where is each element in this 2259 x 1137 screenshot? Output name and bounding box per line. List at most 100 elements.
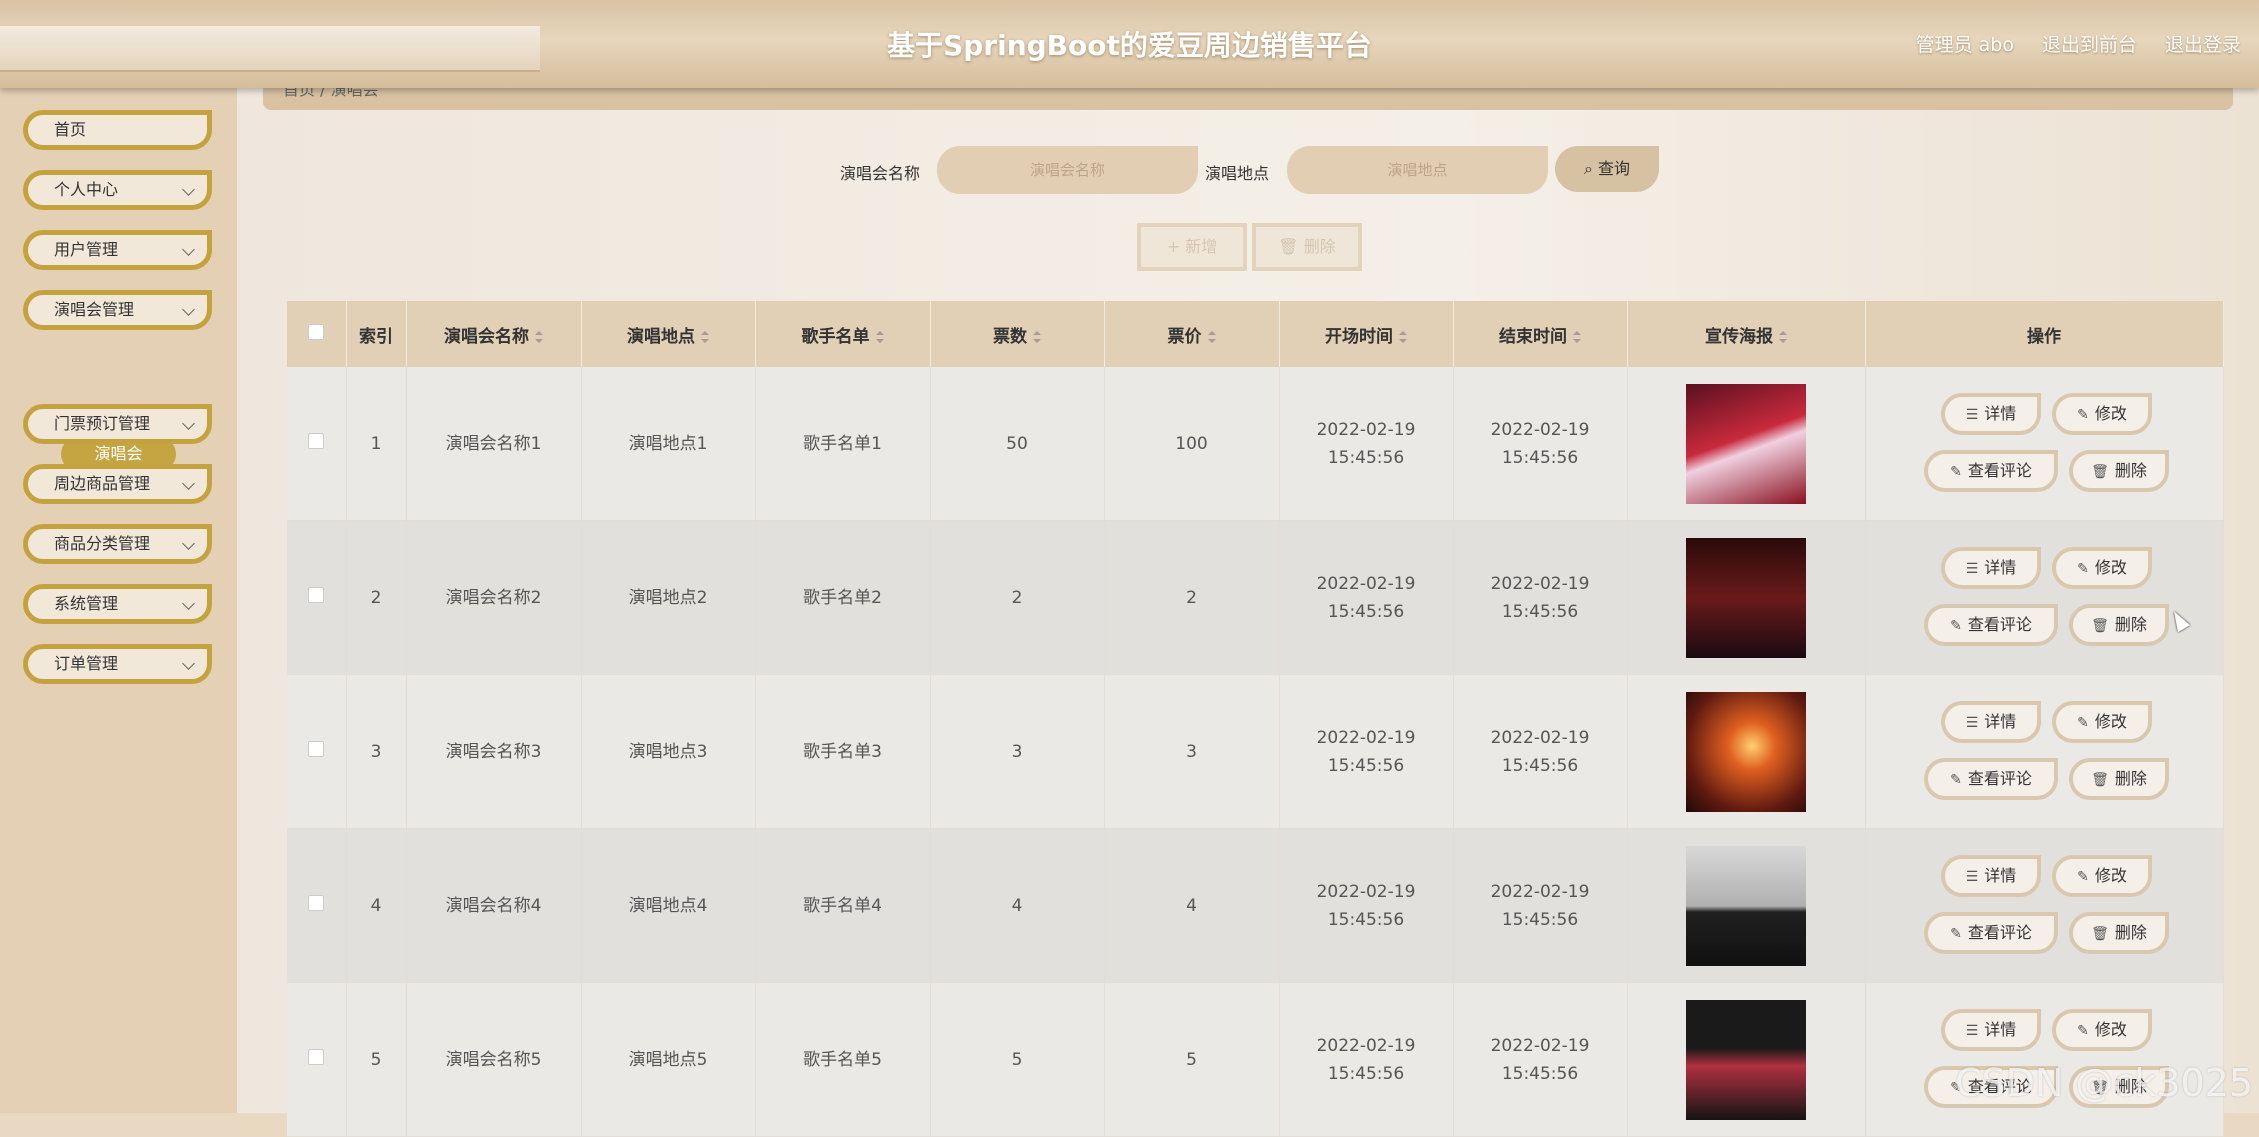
sort-icon[interactable] <box>1779 330 1787 343</box>
row-select-cell[interactable] <box>287 982 347 1137</box>
col-singers[interactable]: 歌手名单 <box>755 301 931 367</box>
cell-tickets: 4 <box>930 828 1105 983</box>
sort-icon[interactable] <box>1033 330 1041 343</box>
col-start[interactable]: 开场时间 <box>1279 301 1454 367</box>
edit-button[interactable]: ✎ 修改 <box>2052 392 2152 435</box>
detail-button[interactable]: ☰ 详情 <box>1941 392 2041 435</box>
table-row: 5 演唱会名称5 演唱地点5 歌手名单5 5 5 2022-02-19 15:45:56 20… <box>287 982 2224 1137</box>
document-icon: ☰ <box>1965 560 1979 577</box>
poster-image[interactable] <box>1686 845 1806 966</box>
sidebar-item-order-mgmt[interactable]: 订单管理 <box>23 644 212 684</box>
concert-place-input[interactable] <box>1287 146 1548 194</box>
detail-button[interactable]: ☰ 详情 <box>1941 546 2041 589</box>
row-checkbox[interactable] <box>308 1048 325 1065</box>
cell-place: 演唱地点1 <box>581 367 756 521</box>
chevron-down-icon <box>182 243 195 256</box>
cell-ops: ☰ 详情 ✎ 修改 ✎ 查看评论 🗑 删除 <box>1865 828 2224 983</box>
col-name[interactable]: 演唱会名称 <box>406 301 582 367</box>
sort-icon[interactable] <box>875 330 884 343</box>
edit-button[interactable]: ✎ 修改 <box>2052 1008 2152 1051</box>
cell-start: 2022-02-19 15:45:56 <box>1279 828 1454 983</box>
row-checkbox[interactable] <box>308 586 325 603</box>
row-select-cell[interactable] <box>287 520 347 675</box>
edit-button[interactable]: ✎ 修改 <box>2052 546 2152 589</box>
poster-image[interactable] <box>1686 537 1806 658</box>
cell-index: 5 <box>346 982 407 1137</box>
select-all-cell[interactable] <box>287 301 347 367</box>
detail-button[interactable]: ☰ 详情 <box>1941 700 2041 743</box>
cell-ops: ☰ 详情 ✎ 修改 ✎ 查看评论 🗑 删除 <box>1865 520 2224 675</box>
table-row: 4 演唱会名称4 演唱地点4 歌手名单4 4 4 2022-02-19 15:45:56 20… <box>287 828 2224 983</box>
table-row: 2 演唱会名称2 演唱地点2 歌手名单2 2 2 2022-02-19 15:45:56 20… <box>287 520 2224 675</box>
row-delete-button[interactable]: 🗑 删除 <box>2069 911 2169 954</box>
col-tickets[interactable]: 票数 <box>930 301 1105 367</box>
cell-index: 1 <box>346 367 407 521</box>
detail-button[interactable]: ☰ 详情 <box>1941 854 2041 897</box>
detail-button[interactable]: ☰ 详情 <box>1941 1008 2041 1051</box>
poster-image[interactable] <box>1686 999 1806 1120</box>
cell-ops: ☰ 详情 ✎ 修改 ✎ 查看评论 🗑 删除 <box>1865 674 2224 829</box>
sidebar-item-home[interactable]: 首页 <box>23 110 212 150</box>
sort-icon[interactable] <box>701 330 709 343</box>
sort-icon[interactable] <box>1399 330 1407 343</box>
view-comments-button[interactable]: ✎ 查看评论 <box>1924 911 2058 954</box>
col-poster[interactable]: 宣传海报 <box>1627 301 1866 367</box>
cell-end: 2022-02-19 15:45:56 <box>1453 520 1628 675</box>
sidebar-item-personal-center[interactable]: 个人中心 <box>23 170 212 210</box>
poster-image[interactable] <box>1686 691 1806 812</box>
sort-icon[interactable] <box>1573 330 1581 343</box>
pencil-icon: ✎ <box>2077 1022 2089 1039</box>
sidebar-item-concert-mgmt[interactable]: 演唱会管理 <box>23 290 212 330</box>
sidebar-item-category-mgmt[interactable]: 商品分类管理 <box>23 524 212 564</box>
sort-icon[interactable] <box>535 330 543 343</box>
view-comments-button[interactable]: ✎ 查看评论 <box>1924 603 2058 646</box>
sidebar-item-ticket-booking[interactable]: 门票预订管理 <box>23 404 212 444</box>
row-checkbox[interactable] <box>308 894 325 911</box>
row-checkbox[interactable] <box>308 432 325 449</box>
cell-price: 100 <box>1104 367 1280 521</box>
row-delete-button[interactable]: 🗑 删除 <box>2069 757 2169 800</box>
edit-button[interactable]: ✎ 修改 <box>2052 700 2152 743</box>
view-comments-button[interactable]: ✎ 查看评论 <box>1924 757 2058 800</box>
cell-tickets: 50 <box>930 367 1105 521</box>
delete-label: 删除 <box>2114 768 2147 788</box>
cell-index: 3 <box>346 674 407 829</box>
concert-name-input[interactable] <box>937 146 1198 194</box>
concert-name-label: 演唱会名称 <box>840 164 921 183</box>
row-delete-button[interactable]: 🗑 删除 <box>2069 449 2169 492</box>
pencil-icon: ✎ <box>2077 714 2089 731</box>
sidebar-item-label: 首页 <box>54 120 87 139</box>
col-place[interactable]: 演唱地点 <box>581 301 756 367</box>
row-select-cell[interactable] <box>287 828 347 983</box>
cell-place: 演唱地点3 <box>581 674 756 829</box>
query-button[interactable]: ⌕ 查询 <box>1555 146 1659 192</box>
edit-button[interactable]: ✎ 修改 <box>2052 854 2152 897</box>
select-all-checkbox[interactable] <box>308 323 325 340</box>
row-select-cell[interactable] <box>287 674 347 829</box>
edit-label: 修改 <box>2094 557 2127 577</box>
sidebar-item-system-mgmt[interactable]: 系统管理 <box>23 584 212 624</box>
sidebar-item-label: 系统管理 <box>54 594 119 613</box>
sort-icon[interactable] <box>1207 330 1216 343</box>
sidebar-item-user-mgmt[interactable]: 用户管理 <box>23 230 212 270</box>
batch-delete-button[interactable]: 🗑 删除 <box>1252 223 1362 271</box>
exit-to-front-link[interactable]: 退出到前台 <box>2042 30 2137 57</box>
view-comments-button[interactable]: ✎ 查看评论 <box>1924 449 2058 492</box>
col-price[interactable]: 票价 <box>1104 301 1280 367</box>
logout-link[interactable]: 退出登录 <box>2165 30 2241 57</box>
cell-start: 2022-02-19 15:45:56 <box>1279 982 1454 1137</box>
poster-image[interactable] <box>1686 383 1806 504</box>
sidebar-item-label: 演唱会管理 <box>54 300 135 319</box>
row-select-cell[interactable] <box>287 367 347 521</box>
col-end[interactable]: 结束时间 <box>1453 301 1628 367</box>
sidebar-item-merch-mgmt[interactable]: 周边商品管理 <box>23 464 212 504</box>
delete-label: 删除 <box>2114 460 2147 480</box>
row-delete-button[interactable]: 🗑 删除 <box>2069 603 2169 646</box>
cell-price: 3 <box>1104 674 1280 829</box>
trash-icon: 🗑 <box>2091 463 2109 480</box>
add-button[interactable]: + 新增 <box>1137 223 1247 271</box>
col-name-label: 演唱会名称 <box>444 326 529 347</box>
chevron-down-icon <box>182 657 195 670</box>
pencil-icon: ✎ <box>2077 406 2089 423</box>
row-checkbox[interactable] <box>308 740 325 757</box>
